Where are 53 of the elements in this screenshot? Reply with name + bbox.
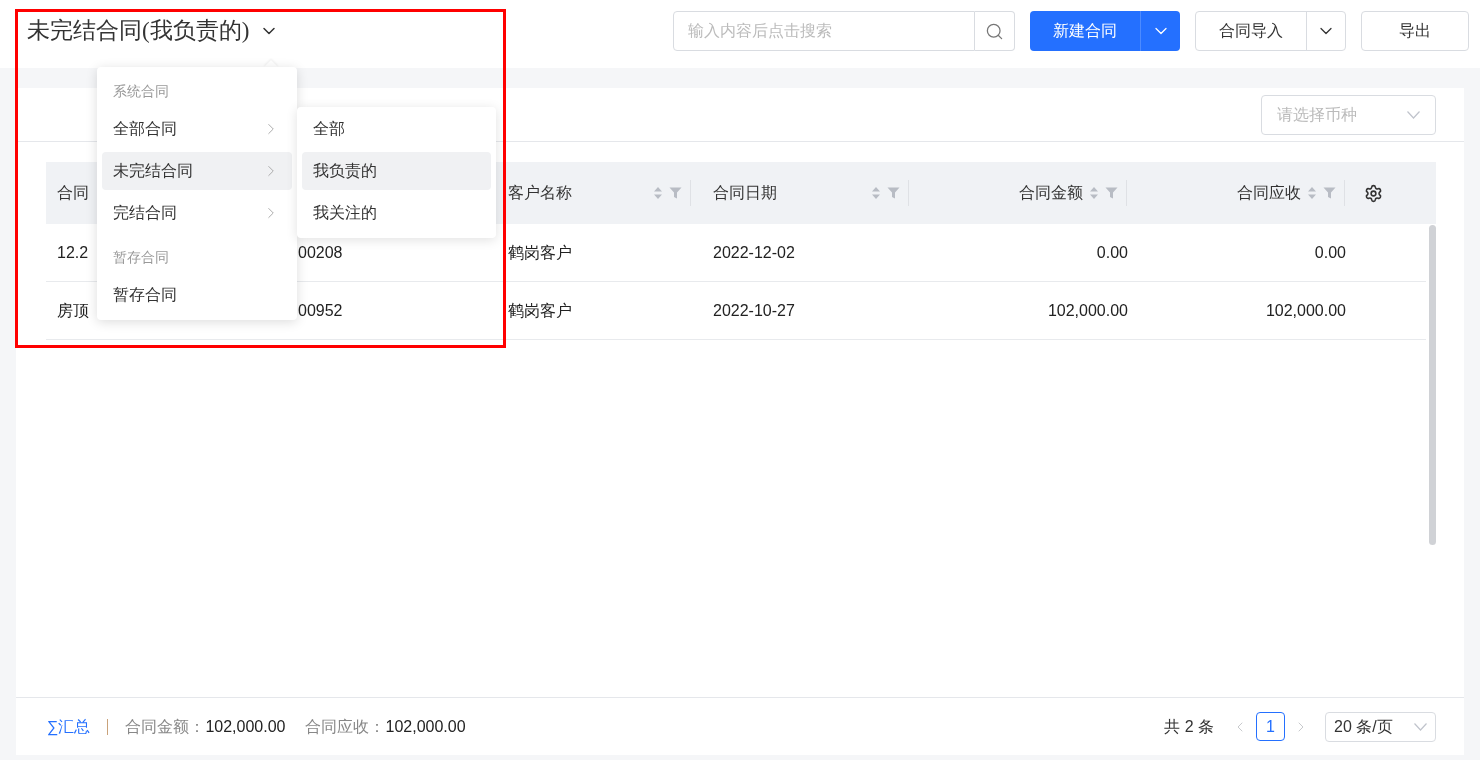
sort-icon[interactable] [1307,186,1317,200]
export-button[interactable]: 导出 [1361,11,1469,51]
chevron-down-icon [1407,110,1420,119]
filter-icon[interactable] [1323,187,1336,199]
search-button[interactable] [975,11,1015,51]
menu-item[interactable]: 未完结合同 [102,152,292,190]
submenu-item[interactable]: 我关注的 [302,194,491,232]
page-title: 未完结合同(我负责的) [27,17,250,45]
search-field[interactable]: 输入内容后点击搜索 [673,11,975,51]
summary-value: 102,000.00 [385,716,466,737]
summary-label: 合同应收： [305,716,386,737]
total-count: 共 2 条 [1164,716,1214,737]
page-button[interactable]: 1 [1256,712,1285,741]
settings-icon[interactable] [1364,183,1383,203]
menu-group-title: 系统合同 [113,81,169,101]
menu-item[interactable]: 全部合同 [102,110,292,148]
submenu-item[interactable]: 我负责的 [302,152,491,190]
column-header: 合同金额 [1019,183,1083,203]
table-cell-text: 鹤岗客户 [508,300,572,321]
summary-label[interactable]: ∑汇总 [47,714,91,739]
sort-icon[interactable] [871,186,881,200]
column-header: 合同应收 [1237,183,1301,203]
table-cell-text: 鹤岗客户 [508,242,572,263]
table-cell-text: 2022-12-02 [713,242,795,263]
sort-icon[interactable] [653,186,663,200]
new-contract-button[interactable]: 新建合同 [1030,11,1140,51]
table-cell-text: 102,000.00 [1265,300,1346,321]
sort-icon[interactable] [1089,186,1099,200]
column-header: 合同日期 [713,183,777,203]
summary-label: 合同金额： [125,716,206,737]
table-cell-text: 102,000.00 [1047,300,1128,321]
table-cell-text: 12.2 [57,242,89,263]
filter-icon[interactable] [669,187,682,199]
filter-icon[interactable] [1105,187,1118,199]
table-cell-text: 00952 [298,300,343,321]
table-cell-text: 00208 [298,242,343,263]
scrollbar[interactable] [1429,225,1436,545]
chevron-down-icon [1414,722,1427,731]
table-cell-text: 2022-10-27 [713,300,795,321]
table-cell-text: 房顶 [57,300,89,321]
menu-item[interactable]: 暂存合同 [102,276,292,314]
column-header: 客户名称 [508,183,572,203]
page-size-select[interactable]: 20 条/页 [1325,711,1436,742]
filter-icon[interactable] [887,187,900,199]
search-icon [985,21,1004,41]
import-button[interactable]: 合同导入 [1196,12,1306,50]
table-cell-text: 0.00 [1096,242,1128,263]
summary-value: 102,000.00 [205,716,286,737]
table-cell-text: 0.00 [1314,242,1346,263]
menu-group-title: 暂存合同 [113,247,169,267]
submenu-item[interactable]: 全部 [302,110,491,148]
menu-item[interactable]: 完结合同 [102,194,292,232]
column-header: 合同 [57,183,89,203]
